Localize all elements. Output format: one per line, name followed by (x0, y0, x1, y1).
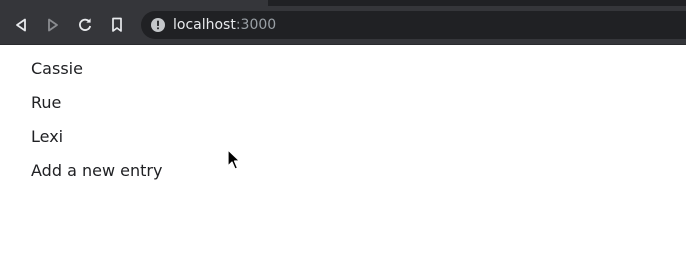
forward-icon (48, 18, 58, 32)
url-host: localhost (173, 17, 236, 33)
list-item: Cassie (31, 59, 83, 78)
add-entry-link[interactable]: Add a new entry (31, 161, 162, 181)
info-icon[interactable] (150, 17, 166, 33)
page-content: Cassie Rue Lexi Add a new entry (31, 59, 162, 195)
list-item: Rue (31, 93, 62, 112)
back-button[interactable] (9, 13, 33, 37)
reload-icon (79, 18, 92, 31)
bookmark-icon (112, 17, 122, 32)
reload-button[interactable] (73, 13, 97, 37)
browser-toolbar: localhost:3000 (0, 6, 686, 45)
address-bar[interactable]: localhost:3000 (141, 11, 686, 39)
url-port: :3000 (235, 17, 277, 33)
back-icon (16, 18, 26, 32)
list-item: Lexi (31, 127, 64, 146)
bookmark-button[interactable] (105, 13, 129, 37)
forward-button[interactable] (41, 13, 65, 37)
mouse-cursor-icon (227, 149, 241, 170)
url-text[interactable]: localhost:3000 (173, 16, 276, 34)
